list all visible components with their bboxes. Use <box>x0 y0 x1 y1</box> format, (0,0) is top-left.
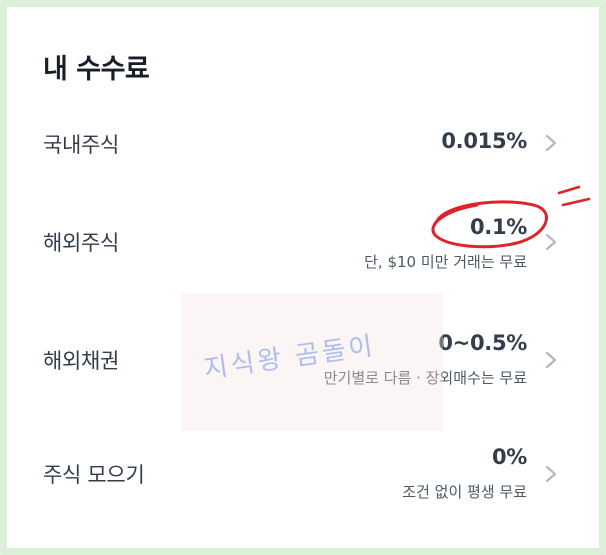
chevron-right-icon <box>543 231 559 253</box>
chevron-right-icon <box>543 132 559 154</box>
fee-row-label: 해외주식 <box>43 231 120 255</box>
fee-row-domestic-stock[interactable]: 국내주식 0.015% <box>7 107 599 197</box>
fee-row-value: 0% <box>491 445 527 469</box>
fee-row-label: 해외채권 <box>43 349 120 373</box>
fee-row-subtext: 조건 없이 평생 무료 <box>402 483 527 501</box>
chevron-right-icon <box>543 349 559 371</box>
chevron-right-icon <box>543 463 559 485</box>
page-title: 내 수수료 <box>43 54 150 85</box>
fee-card: 내 수수료 국내주식 0.015% 해외주식 0.1% 단, $10 미만 거래… <box>7 7 599 548</box>
fee-row-value: 0~0.5% <box>438 331 527 355</box>
fee-row-subtext: 단, $10 미만 거래는 무료 <box>364 253 527 271</box>
fee-row-foreign-stock[interactable]: 해외주식 0.1% 단, $10 미만 거래는 무료 <box>7 211 599 301</box>
fee-row-value: 0.015% <box>441 129 527 153</box>
fee-row-stock-savings[interactable]: 주식 모으기 0% 조건 없이 평생 무료 <box>7 443 599 533</box>
fee-row-value: 0.1% <box>469 215 527 239</box>
fee-row-label: 국내주식 <box>43 133 120 157</box>
fee-row-label: 주식 모으기 <box>43 463 145 487</box>
